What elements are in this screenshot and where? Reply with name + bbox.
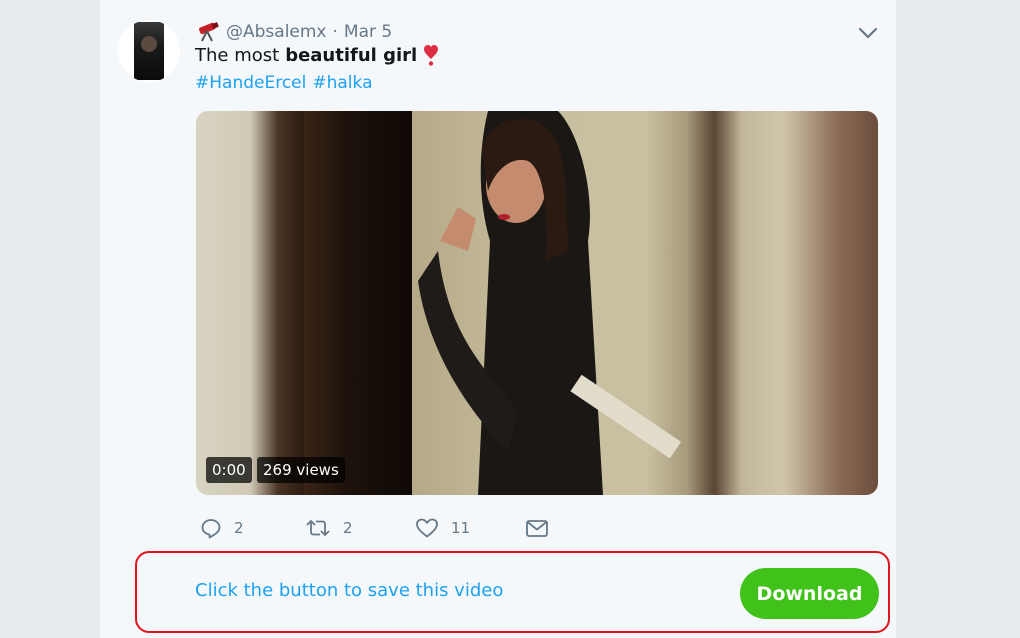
- tweet-card: @Absalemx · Mar 5 The most beautiful gir…: [100, 0, 896, 638]
- tweet-header: @Absalemx · Mar 5: [196, 20, 392, 44]
- like-icon: [415, 517, 439, 539]
- like-button[interactable]: 11: [415, 514, 470, 542]
- hashtag-link[interactable]: #halka: [312, 73, 372, 93]
- header-separator: ·: [332, 22, 338, 42]
- video-time-badge: 0:00: [206, 457, 252, 483]
- like-count: 11: [451, 519, 471, 537]
- download-button[interactable]: Download: [740, 568, 879, 619]
- avatar[interactable]: [118, 20, 180, 82]
- video-views-badge: 269 views: [257, 457, 345, 483]
- hashtag-link[interactable]: #HandeErcel: [195, 73, 306, 93]
- reply-icon: [200, 517, 222, 539]
- tweet-text-plain: The most: [195, 44, 280, 66]
- retweet-count: 2: [343, 519, 353, 537]
- tweet-date[interactable]: Mar 5: [344, 22, 392, 42]
- author-handle[interactable]: @Absalemx: [226, 22, 327, 42]
- page-background-left: [0, 0, 100, 638]
- retweet-button[interactable]: 2: [305, 514, 353, 542]
- heart-exclamation-icon: [423, 44, 439, 66]
- direct-message-button[interactable]: [525, 514, 549, 542]
- video-frame-figure: [418, 111, 603, 495]
- telescope-icon: [196, 22, 220, 42]
- download-panel: Click the button to save this video Down…: [135, 551, 890, 633]
- chevron-down-icon[interactable]: [857, 24, 879, 42]
- reply-button[interactable]: 2: [200, 514, 244, 542]
- page-background-right: [896, 0, 1020, 638]
- tweet-text-bold: beautiful girl: [285, 44, 418, 66]
- hashtags: #HandeErcel #halka: [195, 73, 372, 93]
- direct-message-icon: [525, 517, 549, 539]
- download-prompt: Click the button to save this video: [195, 580, 504, 601]
- video-frame-door: [304, 111, 412, 495]
- reply-count: 2: [234, 519, 244, 537]
- retweet-icon: [305, 517, 331, 539]
- avatar-photo: [134, 22, 164, 80]
- tweet-text: The most beautiful girl: [195, 44, 439, 66]
- video-player[interactable]: 0:00 269 views: [196, 111, 878, 495]
- tweet-actions: 2 2 11: [200, 514, 560, 542]
